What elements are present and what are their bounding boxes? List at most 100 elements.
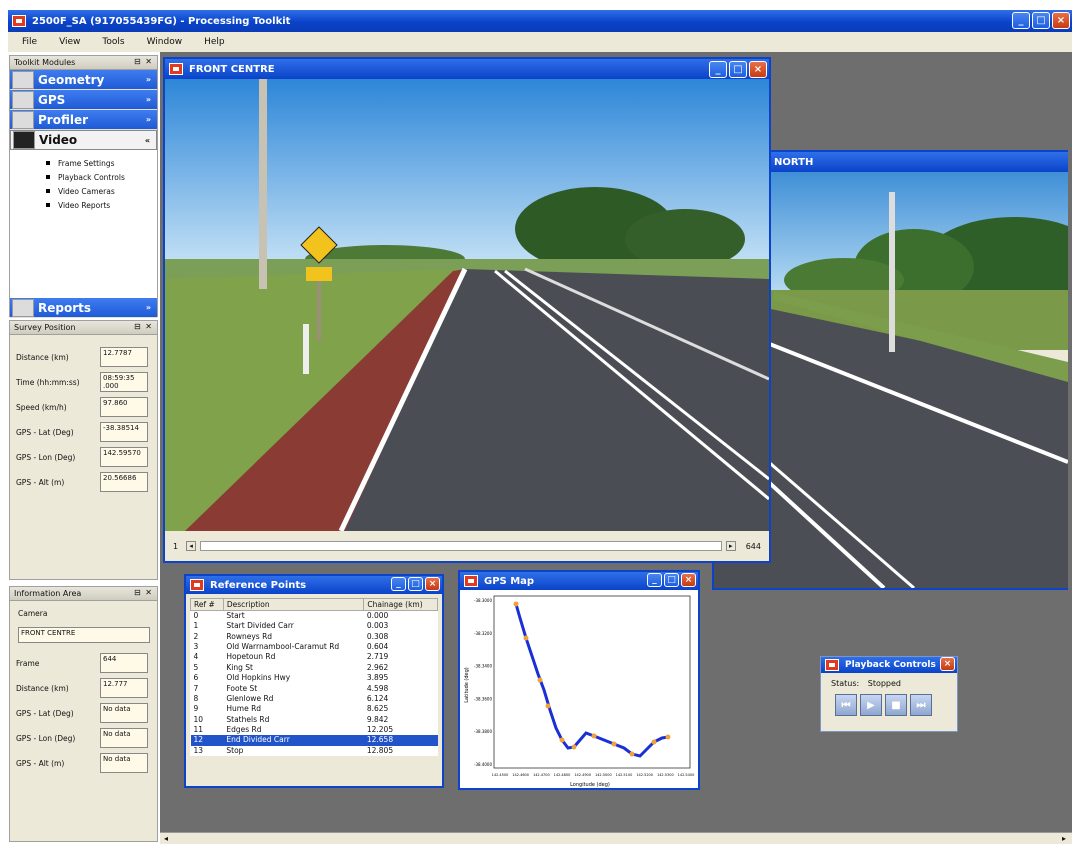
- table-row[interactable]: 2 Rowneys Rd 0.308: [191, 631, 438, 641]
- video-reports-item[interactable]: Video Reports: [10, 198, 157, 212]
- table-row[interactable]: 1 Start Divided Carr 0.003: [191, 621, 438, 631]
- table-row[interactable]: 13 Stop 12.805: [191, 746, 438, 756]
- y-tick-label: -38.3000: [474, 598, 492, 603]
- column-header[interactable]: Chainage (km): [363, 598, 438, 611]
- minimize-button[interactable]: _: [1012, 12, 1030, 29]
- chevron-icon: »: [145, 303, 151, 312]
- front-close-button[interactable]: ×: [749, 61, 767, 78]
- table-cell: 0.308: [366, 631, 389, 641]
- survey-value: 12.7787: [100, 347, 148, 367]
- slider-left-arrow-icon[interactable]: ◂: [186, 541, 197, 551]
- table-cell: 3.895: [366, 673, 389, 683]
- video-cameras-item[interactable]: Video Cameras: [10, 184, 157, 198]
- survey-field: Distance (km) 12.7787: [10, 346, 157, 368]
- gps-track-plot: -38.3000 -38.3200 -38.3400 -38.3600 -38.3800…: [460, 590, 698, 788]
- stop-button[interactable]: ■: [885, 694, 907, 716]
- table-cell: 13: [193, 745, 204, 755]
- playback-close-button[interactable]: ×: [940, 657, 955, 671]
- horizontal-scrollbar[interactable]: ◂ ▸: [160, 832, 1072, 844]
- reference-points-window: Reference Points _ □ × Ref # Description…: [184, 574, 444, 788]
- video-submenu: Frame Settings Playback Controls Video C…: [10, 150, 157, 298]
- table-row[interactable]: 9 Hume Rd 8.625: [191, 704, 438, 714]
- ref-close-button[interactable]: ×: [425, 577, 440, 591]
- module-video[interactable]: Video «: [10, 130, 157, 150]
- y-tick-label: -38.4000: [474, 762, 492, 767]
- map-minimize-button[interactable]: _: [647, 573, 662, 587]
- table-row[interactable]: 3 Old Warrnambool-Caramut Rd 0.604: [191, 642, 438, 652]
- status-value: Stopped: [867, 679, 901, 688]
- chevron-icon: »: [145, 95, 151, 104]
- table-row[interactable]: 7 Foote St 4.598: [191, 683, 438, 693]
- map-close-button[interactable]: ×: [681, 573, 696, 587]
- maximize-button[interactable]: □: [1032, 12, 1050, 29]
- module-gps[interactable]: GPS»: [10, 90, 157, 110]
- rewind-button[interactable]: ⏮: [835, 694, 857, 716]
- geometry-icon: [12, 70, 34, 89]
- table-row[interactable]: 8 Glenlowe Rd 6.124: [191, 694, 438, 704]
- frame-settings-item[interactable]: Frame Settings: [10, 156, 157, 170]
- panel-pin-icon[interactable]: ⊟ ✕: [134, 57, 153, 66]
- table-cell: 10: [193, 714, 204, 724]
- panel-pin-icon[interactable]: ⊟ ✕: [134, 588, 153, 597]
- module-reports[interactable]: Reports»: [10, 298, 157, 318]
- table-cell: 0.000: [366, 611, 389, 620]
- front-minimize-button[interactable]: _: [709, 61, 727, 78]
- info-field: GPS - Alt (m) No data: [10, 752, 157, 774]
- table-row[interactable]: 10 Stathels Rd 9.842: [191, 715, 438, 725]
- front-maximize-button[interactable]: □: [729, 61, 747, 78]
- column-header[interactable]: Description: [222, 598, 365, 611]
- gps-icon: [12, 90, 34, 109]
- camera-value: FRONT CENTRE: [18, 627, 150, 643]
- frame-slider-bar: 1 ◂ ▸ 644: [165, 531, 769, 561]
- slider-right-arrow-icon[interactable]: ▸: [725, 541, 736, 551]
- table-cell: 12.805: [366, 745, 394, 755]
- module-geometry[interactable]: Geometry»: [10, 70, 157, 90]
- play-button[interactable]: ▶: [860, 694, 882, 716]
- menu-tools[interactable]: Tools: [102, 37, 124, 47]
- table-row[interactable]: 4 Hopetoun Rd 2.719: [191, 652, 438, 662]
- table-cell: 12.658: [363, 735, 438, 746]
- ref-maximize-button[interactable]: □: [408, 577, 423, 591]
- info-field: Frame 644: [10, 652, 157, 674]
- table-cell: End Divided Carr: [223, 735, 364, 746]
- table-row[interactable]: 0 Start 0.000: [191, 611, 438, 622]
- panel-pin-icon[interactable]: ⊟ ✕: [134, 322, 153, 331]
- ref-minimize-button[interactable]: _: [391, 577, 406, 591]
- table-cell: 2: [193, 631, 199, 641]
- gps-map-title: GPS Map: [484, 575, 535, 587]
- table-cell: 9.842: [366, 714, 389, 724]
- frame-slider[interactable]: [200, 541, 722, 551]
- table-row[interactable]: 6 Old Hopkins Hwy 3.895: [191, 673, 438, 683]
- table-cell: King St: [226, 662, 253, 672]
- table-row[interactable]: 11 Edges Rd 12.205: [191, 725, 438, 735]
- menu-file[interactable]: File: [22, 37, 37, 47]
- survey-field: GPS - Alt (m) 20.56686: [10, 471, 157, 493]
- table-row[interactable]: 5 King St 2.962: [191, 663, 438, 673]
- app-title: 2500F_SA (917055439FG) - Processing Tool…: [32, 15, 291, 27]
- survey-value: -38.38514: [100, 422, 148, 442]
- menu-view[interactable]: View: [59, 37, 80, 47]
- column-header[interactable]: Ref #: [190, 598, 224, 611]
- table-cell: Stop: [226, 745, 244, 755]
- close-button[interactable]: ×: [1052, 12, 1070, 29]
- table-row[interactable]: 12 End Divided Carr 12.658: [190, 735, 438, 746]
- survey-field: Time (hh:mm:ss) 08:59:35 .000: [10, 371, 157, 393]
- table-cell: 4: [193, 652, 199, 662]
- x-tick-label: 142.4800: [554, 773, 571, 777]
- playback-controls-item[interactable]: Playback Controls: [10, 170, 157, 184]
- y-tick-label: -38.3600: [474, 696, 492, 701]
- menu-window[interactable]: Window: [147, 37, 183, 47]
- window-icon: [169, 63, 183, 75]
- window-icon: [825, 659, 839, 671]
- survey-value: 97.860: [100, 397, 148, 417]
- fast-forward-button[interactable]: ⏭: [910, 694, 932, 716]
- window-icon: [190, 579, 204, 591]
- map-maximize-button[interactable]: □: [664, 573, 679, 587]
- info-title: Information Area: [14, 589, 82, 598]
- table-cell: Start: [226, 611, 245, 620]
- table-cell: 8.625: [366, 704, 389, 714]
- menu-help[interactable]: Help: [204, 37, 225, 47]
- window-icon: [464, 575, 478, 587]
- module-profiler[interactable]: Profiler»: [10, 110, 157, 130]
- survey-field: Speed (km/h) 97.860: [10, 396, 157, 418]
